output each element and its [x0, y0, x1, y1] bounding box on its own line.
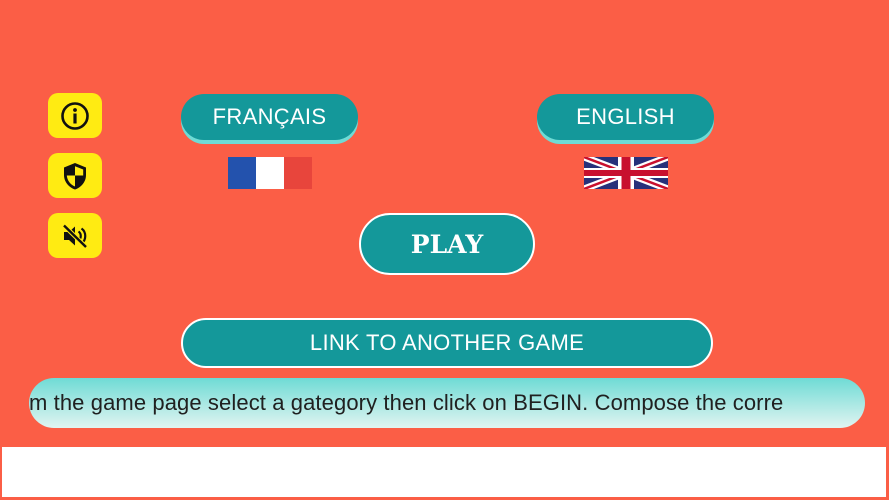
link-label: LINK TO ANOTHER GAME: [309, 330, 585, 355]
info-icon: [59, 100, 91, 132]
shield-icon: [59, 160, 91, 192]
play-button[interactable]: PLAY: [359, 213, 535, 275]
instructions-ticker: m the game page select a gategory then c…: [29, 378, 865, 428]
french-language-button[interactable]: FRANÇAIS: [181, 94, 358, 140]
french-language-label: FRANÇAIS: [212, 104, 327, 129]
link-to-another-game-button[interactable]: LINK TO ANOTHER GAME: [181, 318, 713, 368]
english-language-button[interactable]: ENGLISH: [537, 94, 714, 140]
instructions-text: m the game page select a gategory then c…: [29, 390, 784, 415]
play-label: PLAY: [410, 229, 484, 259]
english-language-label: ENGLISH: [576, 104, 675, 129]
flag-uk-icon[interactable]: [584, 157, 668, 189]
sound-toggle-button[interactable]: [48, 213, 102, 258]
volume-muted-icon: [59, 220, 91, 252]
flag-france-icon[interactable]: [228, 157, 312, 189]
bottom-banner-area: [2, 447, 886, 497]
info-button[interactable]: [48, 93, 102, 138]
privacy-button[interactable]: [48, 153, 102, 198]
